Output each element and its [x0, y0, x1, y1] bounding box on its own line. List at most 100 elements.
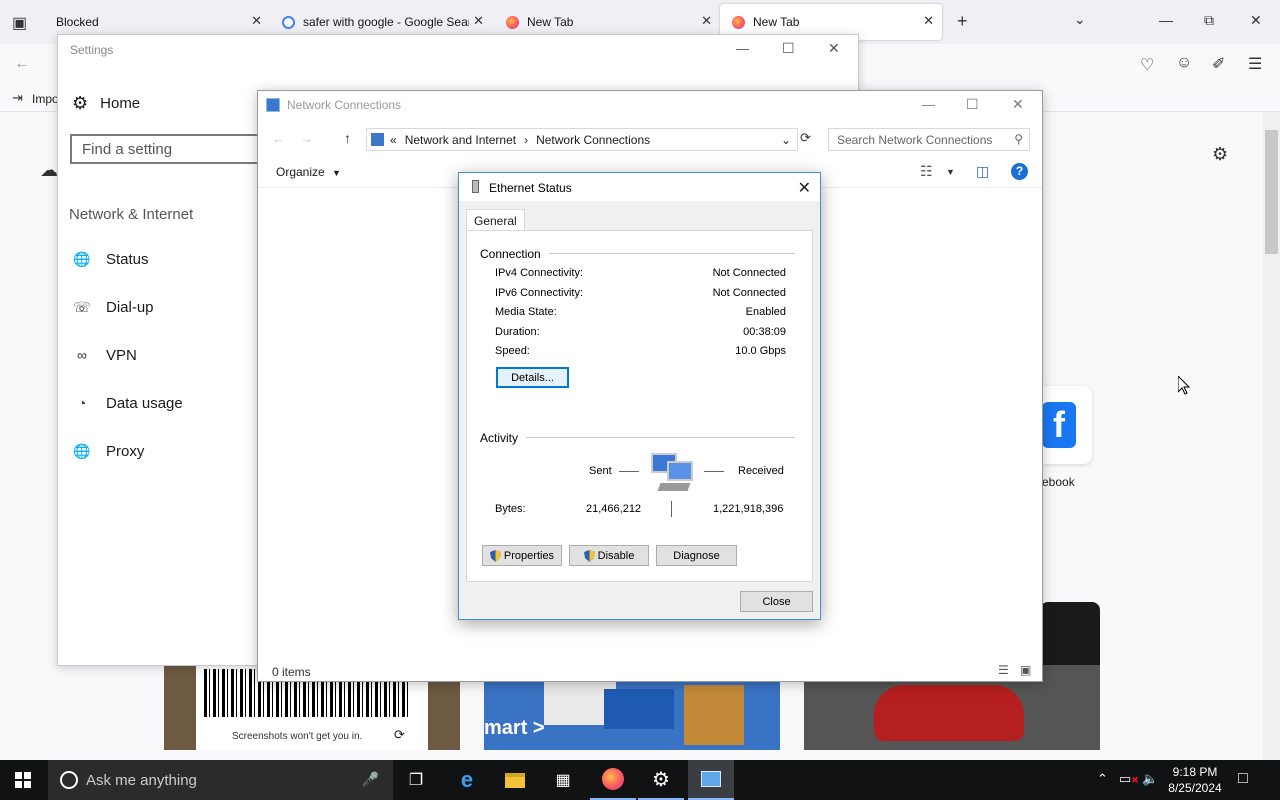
close-tab-icon[interactable]: ✕: [923, 13, 934, 29]
change-view-icon[interactable]: ☷: [920, 163, 933, 180]
settings-window-title: Settings: [70, 43, 114, 57]
search-network-input[interactable]: Search Network Connections ⚲: [828, 128, 1030, 151]
minimize-icon[interactable]: —: [922, 97, 935, 112]
breadcrumb-item[interactable]: Network and Internet: [405, 133, 516, 147]
close-tab-icon[interactable]: ✕: [251, 13, 262, 29]
close-icon[interactable]: ✕: [1250, 12, 1262, 29]
tab-title: safer with google - Google Sear: [303, 15, 469, 29]
details-button[interactable]: Details...: [496, 367, 569, 388]
breadcrumb-overflow[interactable]: «: [390, 133, 397, 147]
sent-line: [619, 471, 639, 472]
address-bar[interactable]: « Network and Internet › Network Connect…: [366, 128, 798, 151]
close-tab-icon[interactable]: ✕: [701, 13, 712, 29]
import-icon: ⇥: [12, 90, 23, 105]
nav-item-dialup[interactable]: ☏ Dial-up: [72, 283, 183, 331]
disable-button[interactable]: Disable: [569, 545, 649, 566]
gear-icon[interactable]: ⚙: [1212, 144, 1228, 165]
file-explorer-icon[interactable]: [492, 760, 538, 800]
preview-pane-icon[interactable]: ◫: [976, 163, 989, 180]
extensions-icon[interactable]: ✐: [1212, 54, 1225, 74]
organize-label: Organize: [276, 165, 325, 179]
captcha-caption: Screenshots won't get you in.: [232, 731, 363, 742]
ipv6-value: Not Connected: [712, 287, 786, 299]
back-icon[interactable]: ←: [14, 55, 30, 73]
account-icon[interactable]: ☺: [1176, 54, 1192, 72]
gear-icon: ⚙: [72, 93, 89, 113]
minimize-icon[interactable]: —: [1159, 12, 1173, 28]
new-tab-icon[interactable]: +: [957, 11, 968, 32]
store-icon[interactable]: ▦: [540, 760, 586, 800]
settings-gear-icon[interactable]: ⚙: [638, 760, 684, 800]
settings-home-link[interactable]: ⚙ Home: [72, 93, 140, 114]
media-state-value: Enabled: [745, 306, 786, 318]
mouse-cursor-icon: [1178, 376, 1190, 395]
tab-general[interactable]: General: [466, 209, 525, 231]
search-icon: ⚲: [1014, 132, 1023, 146]
nav-item-status[interactable]: 🌐 Status: [72, 235, 183, 283]
properties-label: Properties: [503, 549, 555, 562]
import-bookmarks-link[interactable]: Impo: [32, 92, 59, 106]
duration-label: Duration:: [495, 326, 540, 338]
menu-icon[interactable]: ☰: [1248, 54, 1262, 74]
firefox-icon[interactable]: [590, 760, 636, 800]
help-icon[interactable]: ?: [1011, 163, 1028, 180]
received-line: [704, 471, 724, 472]
nav-item-data-usage[interactable]: ◔ Data usage: [72, 379, 183, 427]
diagnose-button[interactable]: Diagnose: [656, 545, 737, 566]
breadcrumb-item[interactable]: Network Connections: [536, 133, 650, 147]
pocket-icon[interactable]: ♡: [1140, 55, 1154, 75]
edge-icon[interactable]: e: [444, 760, 490, 800]
windows-logo-icon: [15, 772, 31, 788]
nav-label: VPN: [106, 346, 137, 364]
taskbar-search-box[interactable]: Ask me anything 🎤: [48, 760, 393, 800]
connection-group-label: Connection: [480, 247, 549, 261]
refresh-icon[interactable]: ⟳: [800, 130, 811, 146]
vpn-icon: ∞: [77, 347, 87, 363]
forward-icon[interactable]: →: [300, 131, 313, 146]
up-icon[interactable]: ↑: [344, 130, 351, 146]
microphone-icon[interactable]: 🎤: [362, 771, 379, 788]
maximize-icon[interactable]: ☐: [782, 40, 795, 57]
window-title-text: Network Connections: [287, 98, 402, 112]
divider: [544, 253, 795, 254]
system-clock[interactable]: 9:18 PM 8/25/2024: [1160, 764, 1230, 796]
tray-chevron-icon[interactable]: ⌃: [1097, 771, 1108, 787]
back-icon[interactable]: ←: [272, 131, 285, 146]
nav-item-proxy[interactable]: 🌐 Proxy: [72, 427, 183, 475]
action-center-icon[interactable]: □: [1238, 770, 1248, 788]
tab-list-icon[interactable]: ▣: [12, 13, 27, 33]
organize-menu[interactable]: Organize ▼: [276, 165, 341, 179]
close-icon[interactable]: ✕: [798, 178, 811, 198]
network-disconnected-icon[interactable]: ▭✖: [1119, 771, 1139, 787]
volume-muted-icon[interactable]: 🔈: [1142, 771, 1158, 787]
nav-item-vpn[interactable]: ∞ VPN: [72, 331, 183, 379]
details-view-icon[interactable]: ☰: [998, 663, 1009, 677]
proxy-globe-icon: 🌐: [73, 442, 91, 459]
close-icon[interactable]: ✕: [1012, 96, 1024, 113]
close-button[interactable]: Close: [740, 591, 813, 612]
item-count: 0 items: [272, 665, 311, 679]
large-icons-view-icon[interactable]: ▣: [1020, 663, 1031, 677]
refresh-icon[interactable]: ⟳: [394, 727, 405, 743]
dropdown-arrow-icon: ▼: [332, 168, 341, 178]
properties-button[interactable]: Properties: [482, 545, 562, 566]
task-view-button[interactable]: ❐: [393, 760, 439, 800]
close-icon[interactable]: ✕: [828, 40, 840, 57]
page-scrollbar[interactable]: [1263, 112, 1280, 760]
scrollbar-thumb[interactable]: [1265, 130, 1278, 254]
start-button[interactable]: [0, 760, 46, 800]
maximize-icon[interactable]: ☐: [966, 96, 979, 113]
close-tab-icon[interactable]: ✕: [473, 13, 484, 29]
clock-time: 9:18 PM: [1172, 765, 1218, 779]
chevron-down-icon[interactable]: ⌄: [781, 133, 791, 147]
dialog-titlebar: Ethernet Status ✕: [459, 173, 820, 201]
dialog-title: Ethernet Status: [489, 181, 572, 195]
ipv4-label: IPv4 Connectivity:: [495, 267, 584, 279]
control-panel-icon[interactable]: [688, 760, 734, 800]
chevron-down-icon[interactable]: ⌄: [1074, 11, 1086, 28]
dropdown-arrow-icon[interactable]: ▼: [946, 167, 955, 177]
restore-icon[interactable]: ⧉: [1204, 12, 1214, 29]
bytes-label: Bytes:: [495, 503, 526, 515]
home-label: Home: [100, 95, 141, 112]
minimize-icon[interactable]: —: [736, 41, 749, 56]
